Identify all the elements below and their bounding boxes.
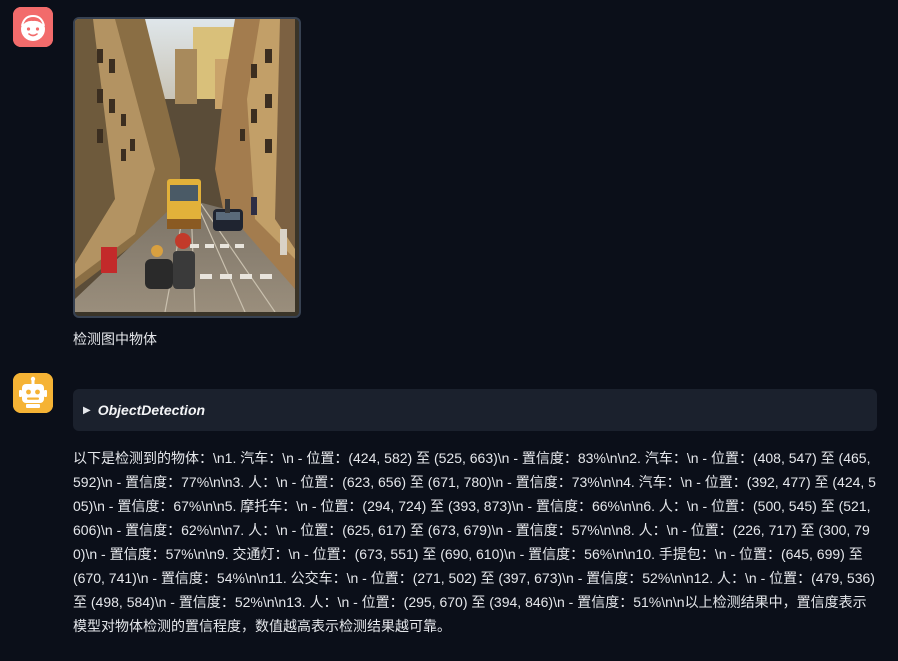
tool-call-accordion[interactable]: ▶ ObjectDetection xyxy=(73,389,877,431)
robot-face-icon xyxy=(13,373,53,413)
expand-triangle-icon: ▶ xyxy=(83,404,91,416)
bot-message-text: 以下是检测到的物体：\n1. 汽车：\n - 位置：(424, 582) 至 (… xyxy=(73,450,876,634)
street-tram-photo[interactable] xyxy=(73,17,301,318)
user-message-text: 检测图中物体 xyxy=(73,331,157,347)
smiling-face-icon xyxy=(13,7,53,47)
tool-call-label: ObjectDetection xyxy=(97,402,206,418)
chat-window: 检测图中物体 ▶ ObjectDetection 以下是检测到的物体：\n1. … xyxy=(0,0,898,661)
